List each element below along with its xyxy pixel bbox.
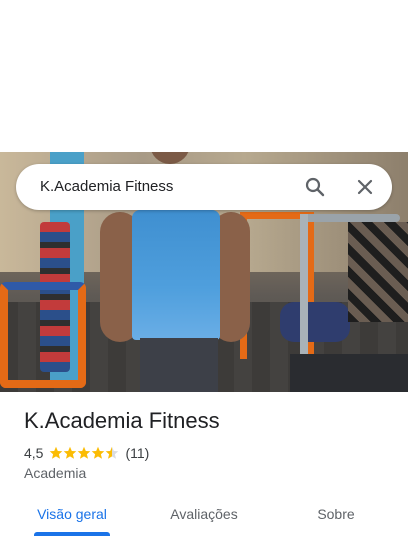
place-page: K.Academia Fitness K.Academia Fitness 4,…	[0, 0, 408, 544]
star-icon	[64, 446, 77, 459]
tab-reviews[interactable]: Avaliações	[164, 496, 244, 536]
treadmill-rail	[300, 214, 400, 222]
search-bar[interactable]: K.Academia Fitness	[16, 164, 392, 210]
treadmill-deck	[290, 354, 408, 392]
photo-treadmill	[290, 214, 408, 392]
search-query[interactable]: K.Academia Fitness	[40, 178, 173, 195]
tab-bar: Visão geral Avaliações Sobre	[0, 496, 408, 544]
search-icon[interactable]	[303, 175, 327, 199]
review-count[interactable]: (11)	[125, 445, 149, 461]
rating-value: 4,5	[24, 445, 44, 461]
star-rating	[49, 446, 119, 460]
star-icon	[50, 446, 63, 459]
tab-overview[interactable]: Visão geral	[34, 496, 110, 536]
rating-row[interactable]: 4,5 (11)	[24, 444, 149, 462]
place-title: K.Academia Fitness	[24, 408, 220, 433]
close-icon[interactable]	[353, 175, 377, 199]
star-icon	[92, 446, 105, 459]
person-shirt	[132, 210, 220, 340]
active-tab-indicator	[34, 532, 110, 536]
star-icon	[78, 446, 91, 459]
photo-bench	[0, 282, 86, 388]
place-category[interactable]: Academia	[24, 465, 86, 481]
person-head	[150, 152, 190, 164]
star-icon	[106, 446, 119, 459]
tab-about[interactable]: Sobre	[312, 496, 360, 536]
person-pants	[140, 338, 218, 392]
